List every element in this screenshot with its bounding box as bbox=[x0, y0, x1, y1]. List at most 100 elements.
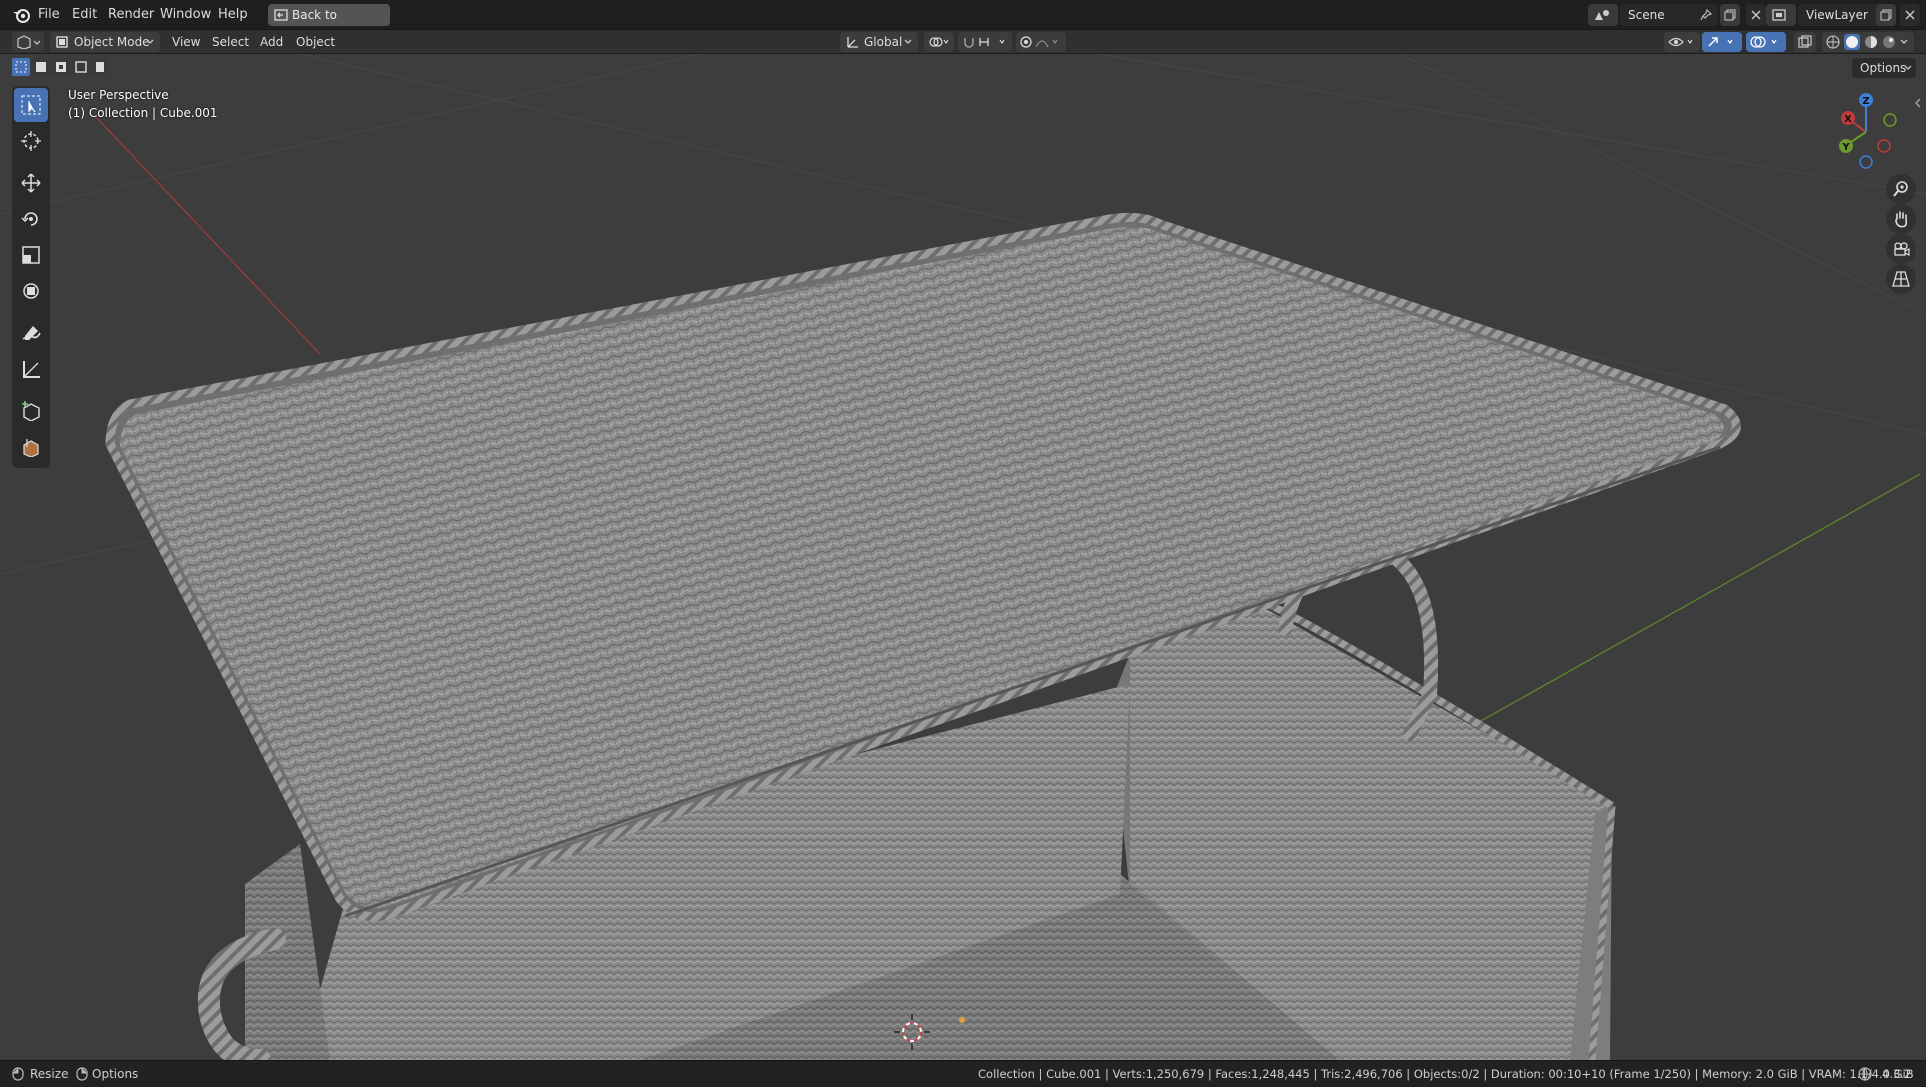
mode-dropdown[interactable]: Object Mode bbox=[50, 32, 160, 52]
add-cube-icon bbox=[22, 401, 40, 421]
status-bar: Resize Options Collection | Cube.001 | V… bbox=[0, 1060, 1926, 1086]
menu-window[interactable]: Window bbox=[160, 0, 211, 30]
solid-shading-icon[interactable] bbox=[1844, 34, 1860, 50]
view-layer-name-field[interactable]: ViewLayer bbox=[1798, 4, 1884, 26]
close-icon bbox=[1905, 10, 1915, 20]
top-menu-bar: File Edit Render Window Help Back to Pre… bbox=[0, 0, 1926, 44]
xray-toggle[interactable] bbox=[1794, 32, 1816, 52]
cursor-icon bbox=[21, 131, 41, 151]
selection-mode-buttons bbox=[12, 58, 108, 80]
perspective-toggle-button[interactable] bbox=[1886, 264, 1916, 294]
pivot-point-dropdown[interactable] bbox=[924, 32, 954, 52]
3d-viewport[interactable]: User Perspective (1) Collection | Cube.0… bbox=[0, 54, 1926, 1060]
orientation-axes-icon bbox=[847, 37, 858, 48]
duplicate-icon bbox=[1880, 9, 1892, 21]
chevron-down-icon[interactable] bbox=[1900, 39, 1908, 45]
status-options-hint: Options bbox=[92, 1067, 139, 1081]
chevron-down-icon bbox=[904, 39, 912, 44]
add-primitive-icon bbox=[23, 439, 39, 457]
xray-icon bbox=[1798, 35, 1812, 48]
blender-logo-icon[interactable] bbox=[12, 6, 32, 24]
pin-icon[interactable] bbox=[1700, 9, 1712, 21]
shading-mode-group[interactable] bbox=[1822, 32, 1914, 52]
viewport-options-dropdown[interactable]: Options bbox=[1852, 58, 1916, 78]
sidebar-toggle-icon[interactable] bbox=[1914, 98, 1922, 108]
gizmo-toggle[interactable] bbox=[1702, 32, 1742, 52]
wireframe-shading-icon[interactable] bbox=[1826, 35, 1840, 49]
selection-mode-icons[interactable] bbox=[12, 58, 108, 76]
transform-tool[interactable] bbox=[14, 274, 48, 308]
annotate-tool[interactable] bbox=[14, 316, 48, 350]
measure-tool[interactable] bbox=[14, 352, 48, 386]
camera-view-button[interactable] bbox=[1886, 234, 1916, 264]
move-icon bbox=[21, 173, 41, 193]
rotate-tool[interactable] bbox=[14, 202, 48, 236]
gizmo-x-neg[interactable] bbox=[1877, 139, 1891, 153]
viewport-header: Object Mode View Select Add Object Globa… bbox=[0, 30, 1926, 54]
overlays-toggle[interactable] bbox=[1746, 32, 1786, 52]
scene-name-label: Scene bbox=[1628, 8, 1665, 22]
scene-browse-button[interactable] bbox=[1588, 4, 1618, 26]
collection-object-label: (1) Collection | Cube.001 bbox=[68, 106, 218, 120]
cursor-tool[interactable] bbox=[14, 124, 48, 158]
gizmo-icon bbox=[1708, 37, 1733, 47]
mode-label: Object Mode bbox=[74, 35, 150, 49]
move-tool[interactable] bbox=[14, 166, 48, 200]
gizmo-z-neg[interactable] bbox=[1859, 155, 1873, 169]
perspective-label: User Perspective bbox=[68, 88, 169, 102]
menu-view[interactable]: View bbox=[172, 30, 200, 54]
menu-file[interactable]: File bbox=[38, 0, 60, 30]
gizmo-z-label: Z bbox=[1862, 96, 1869, 107]
gizmo-y-neg[interactable] bbox=[1883, 113, 1897, 127]
zoom-button[interactable] bbox=[1886, 174, 1916, 204]
status-resize-hint: Resize bbox=[30, 1067, 69, 1081]
grid-perspective-icon bbox=[1892, 271, 1910, 287]
snapping-controls[interactable] bbox=[958, 32, 1012, 52]
menu-select[interactable]: Select bbox=[212, 30, 249, 54]
scale-tool[interactable] bbox=[14, 238, 48, 272]
object-origin bbox=[959, 1017, 965, 1023]
mouse-right-icon bbox=[76, 1067, 88, 1081]
view-layer-browse-button[interactable] bbox=[1766, 4, 1796, 26]
menu-help[interactable]: Help bbox=[218, 0, 248, 30]
add-primitive-tool[interactable] bbox=[14, 430, 48, 464]
x-axis-line bbox=[94, 115, 321, 355]
editor-type-dropdown[interactable] bbox=[12, 32, 44, 52]
proportional-editing-controls[interactable] bbox=[1016, 32, 1066, 52]
hand-icon bbox=[1895, 211, 1908, 228]
view-layer-icon bbox=[1772, 9, 1786, 21]
transform-orientation-dropdown[interactable]: Global bbox=[840, 32, 918, 52]
annotate-icon bbox=[22, 326, 41, 340]
eye-icon bbox=[1668, 37, 1693, 47]
snap-magnet-icon bbox=[964, 38, 1005, 48]
add-cube-tool[interactable] bbox=[14, 394, 48, 428]
remove-view-layer-button[interactable] bbox=[1900, 4, 1920, 26]
new-view-layer-button[interactable] bbox=[1876, 4, 1896, 26]
viewport-options-label: Options bbox=[1860, 61, 1907, 75]
object-mode-icon bbox=[56, 36, 68, 48]
camera-icon bbox=[1894, 242, 1910, 256]
remove-scene-button[interactable] bbox=[1746, 4, 1766, 26]
visibility-dropdown[interactable] bbox=[1664, 32, 1700, 52]
scene-statistics: Collection | Cube.001 | Verts:1,250,679 … bbox=[978, 1067, 1914, 1081]
new-scene-button[interactable] bbox=[1720, 4, 1740, 26]
material-shading-icon[interactable] bbox=[1864, 35, 1878, 49]
scene-name-field[interactable]: Scene bbox=[1620, 4, 1718, 26]
rendered-shading-icon[interactable] bbox=[1882, 35, 1896, 49]
3d-viewport-icon bbox=[17, 35, 40, 49]
zoom-icon bbox=[1893, 181, 1908, 197]
menu-edit[interactable]: Edit bbox=[72, 0, 97, 30]
navigation-gizmo[interactable]: Z X Y bbox=[1826, 90, 1906, 170]
menu-add[interactable]: Add bbox=[260, 30, 283, 54]
select-box-tool[interactable] bbox=[14, 88, 48, 122]
menu-object[interactable]: Object bbox=[296, 30, 335, 54]
duplicate-icon bbox=[1724, 9, 1736, 21]
blender-version: 4.3.2 bbox=[1882, 1067, 1912, 1081]
measure-icon bbox=[23, 361, 40, 378]
pivot-icon bbox=[929, 37, 949, 47]
menu-render[interactable]: Render bbox=[108, 0, 154, 30]
gizmo-x-label: X bbox=[1844, 114, 1852, 125]
transform-orientation-label: Global bbox=[864, 35, 903, 49]
back-to-previous-button[interactable]: Back to Previous bbox=[268, 4, 390, 44]
pan-button[interactable] bbox=[1886, 204, 1916, 234]
